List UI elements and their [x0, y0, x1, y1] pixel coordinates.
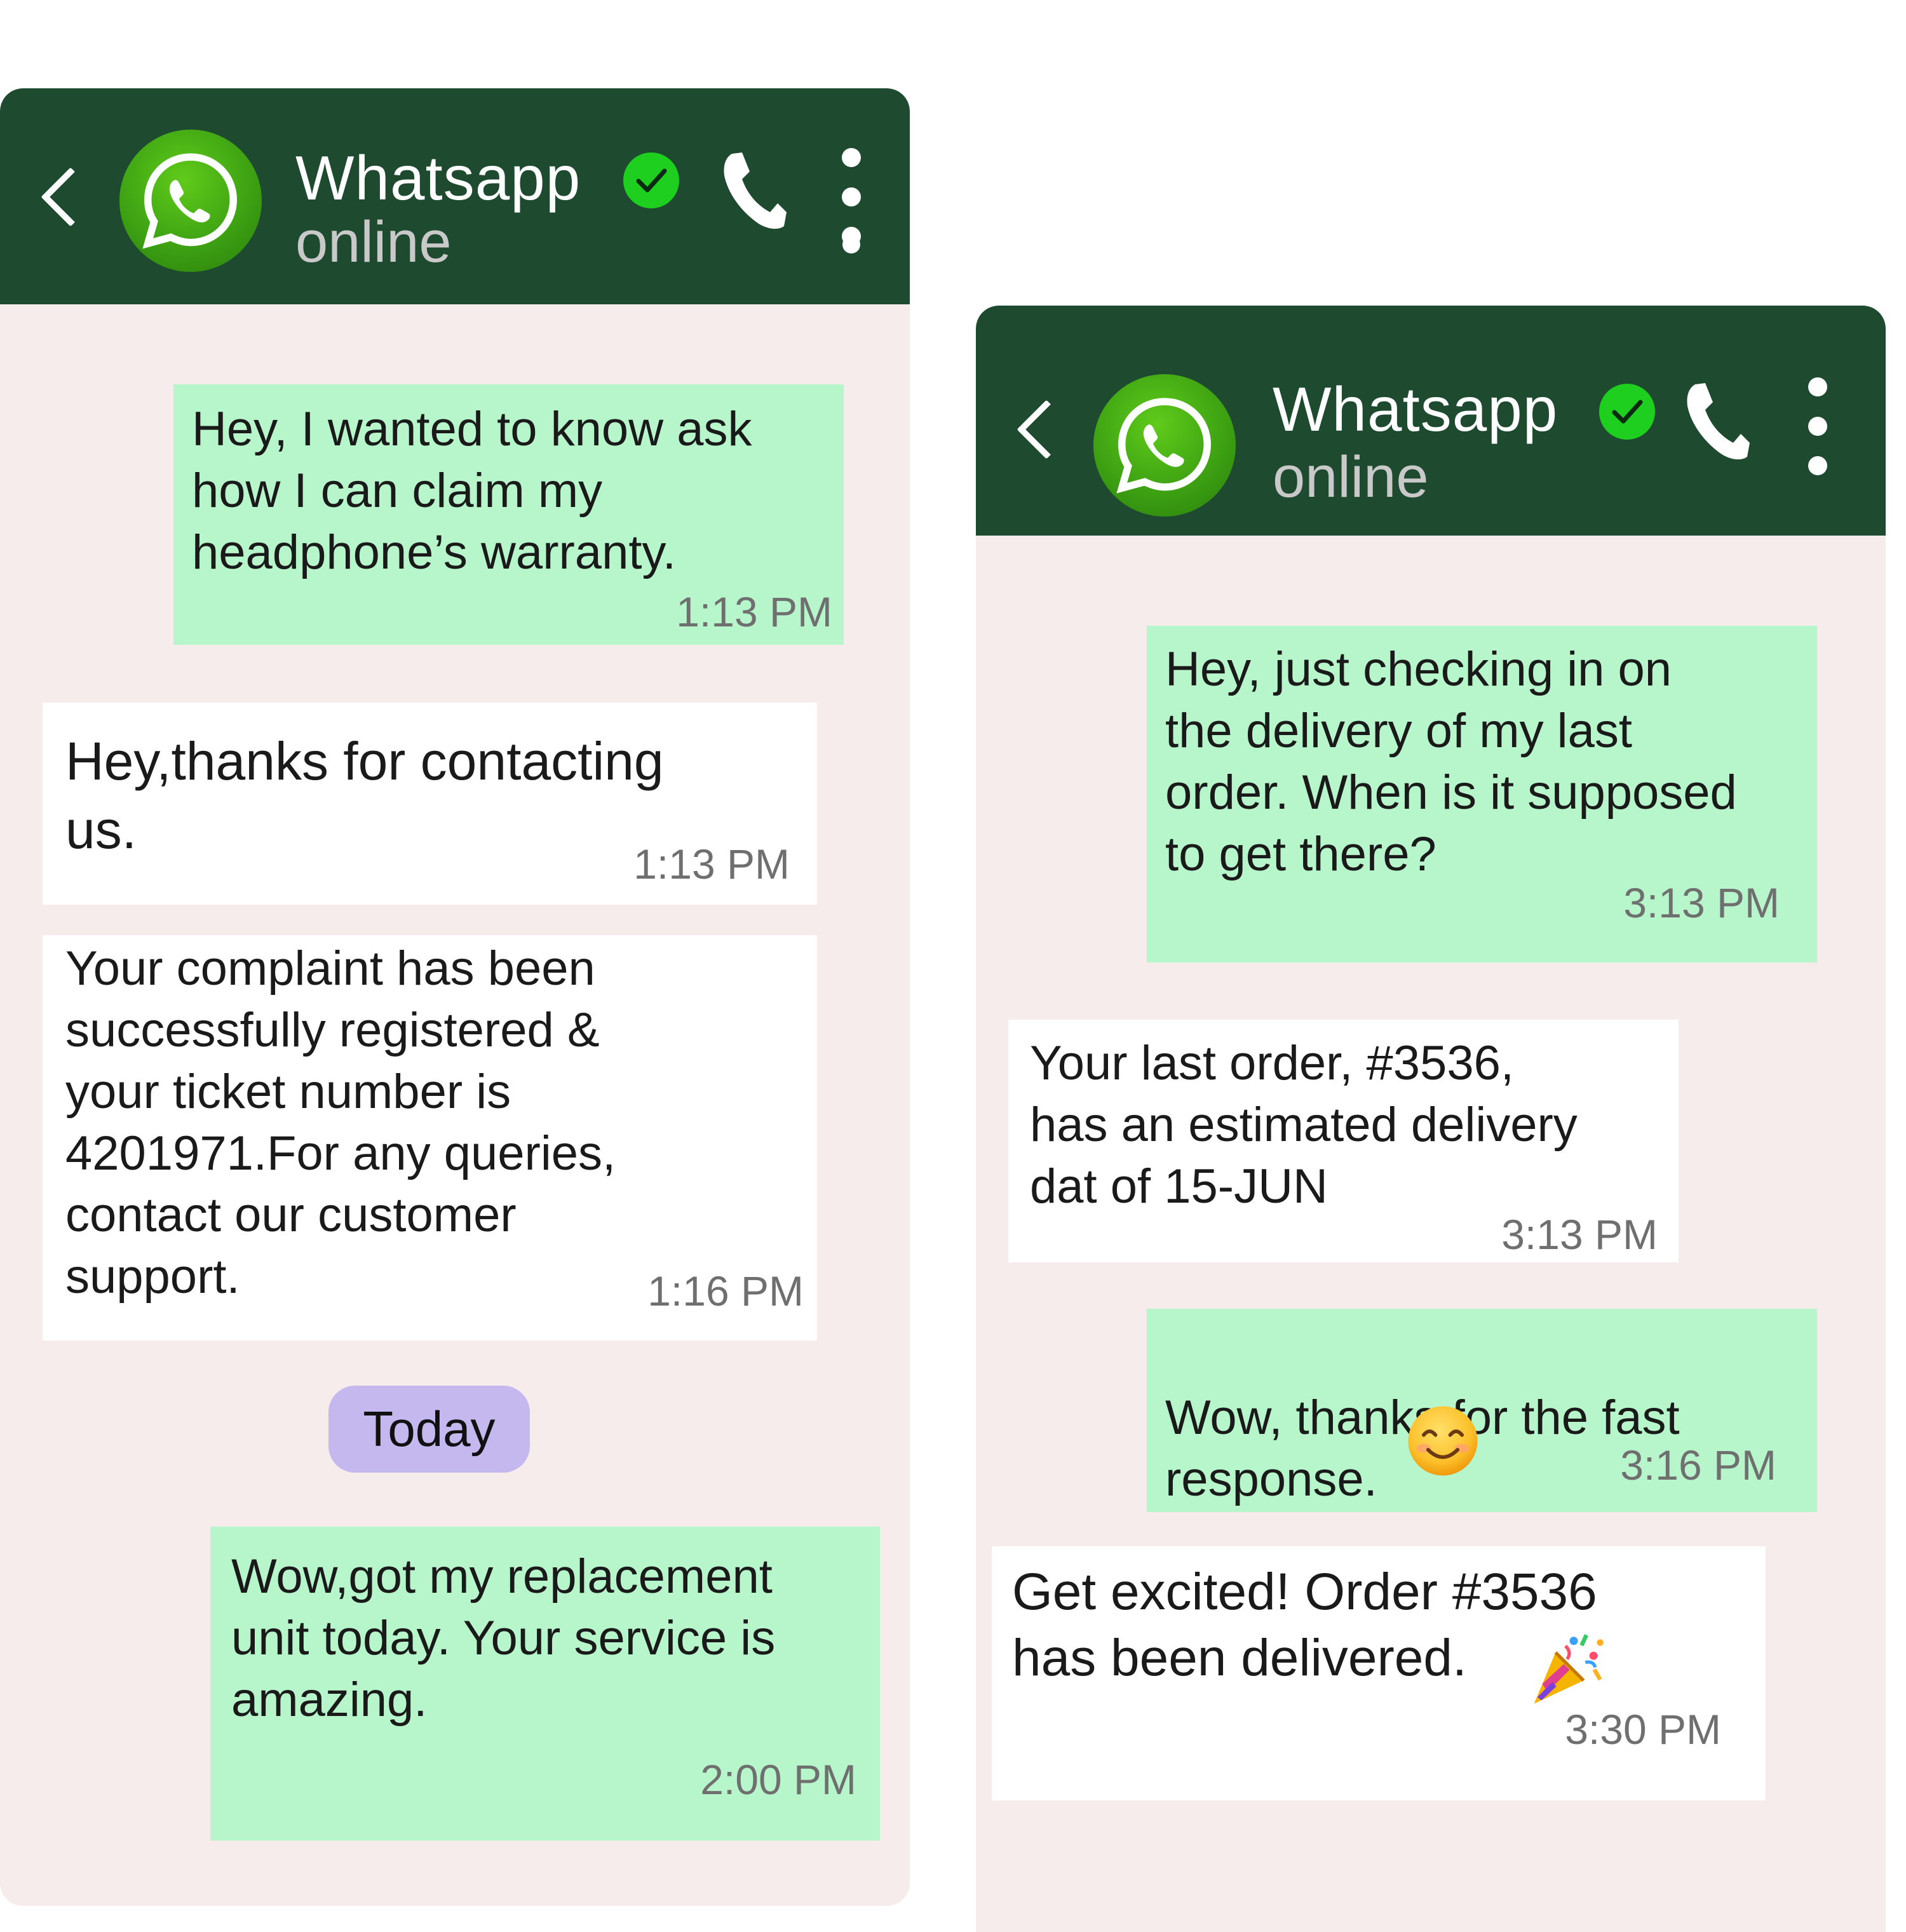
message-time: 2:00 PM — [700, 1756, 856, 1803]
chevron-left-icon[interactable] — [41, 167, 100, 227]
chat-panel-right: Whatsapp online Hey, just checking in on… — [976, 306, 1886, 1932]
message-time: 3:30 PM — [1565, 1706, 1721, 1753]
whatsapp-logo-icon[interactable] — [1093, 374, 1236, 517]
verified-check-icon — [1599, 384, 1655, 440]
message-text: Hey, I wanted to know ask how I can clai… — [192, 402, 752, 579]
chat-header: Whatsapp online — [976, 306, 1886, 536]
message-bubble-outgoing[interactable]: Hey, just checking in on the delivery of… — [1147, 626, 1817, 963]
chevron-left-icon[interactable] — [1017, 400, 1076, 459]
message-time: 1:16 PM — [647, 1267, 804, 1314]
message-text: Get excited! Order #3536 has been delive… — [1012, 1563, 1597, 1687]
message-text: Hey, just checking in on the delivery of… — [1165, 642, 1737, 881]
message-text: Your last order, #3536, has an estimated… — [1030, 1036, 1578, 1213]
message-bubble-outgoing[interactable]: Hey, I wanted to know ask how I can clai… — [173, 384, 844, 645]
contact-name[interactable]: Whatsapp — [295, 142, 581, 214]
chat-panel-left: Whatsapp online Hey, I wanted to know as… — [0, 88, 910, 1906]
more-vertical-icon[interactable] — [840, 236, 863, 325]
message-bubble-incoming[interactable]: Your last order, #3536, has an estimated… — [1008, 1020, 1679, 1262]
contact-name[interactable]: Whatsapp — [1273, 374, 1558, 445]
party-popper-emoji — [1534, 1634, 1604, 1704]
phone-icon[interactable] — [719, 149, 789, 231]
verified-check-icon — [623, 152, 679, 208]
message-bubble-incoming[interactable]: Hey,thanks for contacting us. 1:13 PM — [43, 703, 817, 905]
message-time: 1:13 PM — [676, 588, 832, 635]
whatsapp-logo-icon[interactable] — [119, 130, 262, 272]
message-time: 3:13 PM — [1623, 879, 1780, 926]
message-bubble-outgoing[interactable]: Wow,got my replacement unit today. Your … — [210, 1527, 880, 1841]
date-separator: Today — [328, 1386, 530, 1473]
message-time: 3:16 PM — [1620, 1442, 1776, 1489]
contact-status: online — [1273, 445, 1429, 510]
chat-header: Whatsapp online — [0, 88, 910, 304]
message-bubble-incoming[interactable]: Your complaint has been successfully reg… — [43, 935, 817, 1341]
message-text: Hey,thanks for contacting us. — [65, 731, 664, 860]
smiling-face-emoji — [1408, 1406, 1478, 1476]
message-time: 3:13 PM — [1501, 1211, 1658, 1258]
message-bubble-incoming[interactable]: Get excited! Order #3536 has been delive… — [992, 1546, 1766, 1800]
phone-icon[interactable] — [1682, 379, 1752, 462]
contact-status: online — [295, 210, 452, 274]
message-text: Wow,got my replacement unit today. Your … — [231, 1550, 776, 1727]
message-bubble-outgoing[interactable]: Wow, thanks for the fast response. 3:16 … — [1147, 1309, 1817, 1512]
message-text: Your complaint has been successfully reg… — [65, 942, 616, 1304]
message-time: 1:13 PM — [633, 841, 790, 888]
